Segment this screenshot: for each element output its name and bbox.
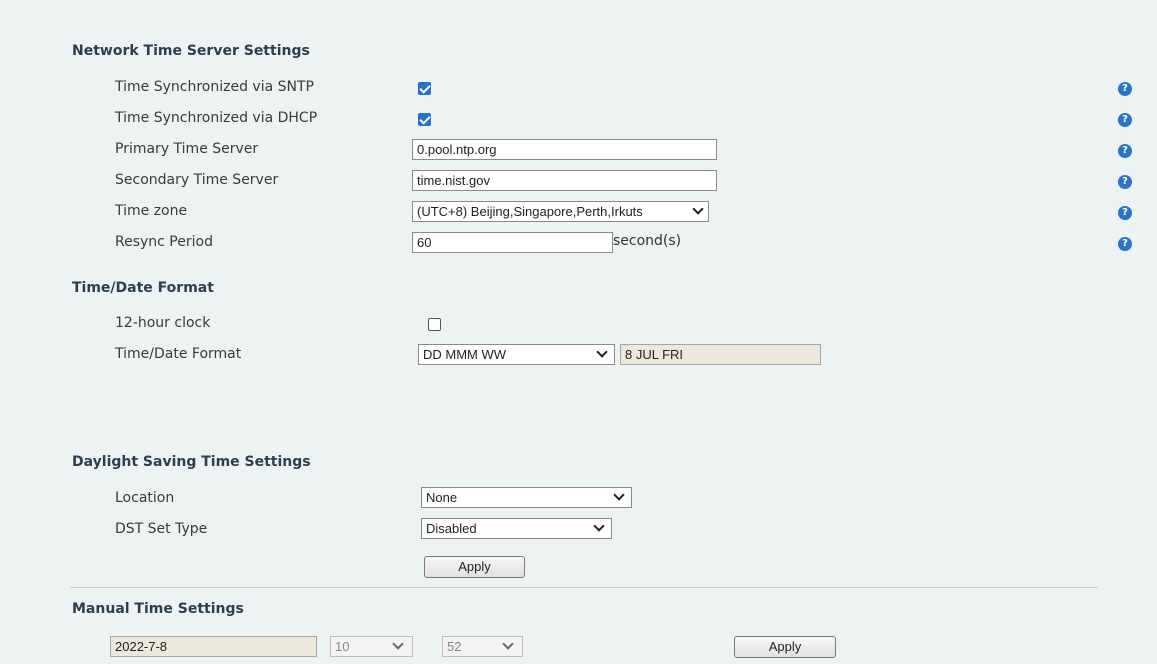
ntp-section-title: Network Time Server Settings [72, 43, 310, 59]
chevron-down-icon [596, 346, 608, 358]
chevron-down-icon [502, 638, 514, 650]
manual-section-title: Manual Time Settings [72, 601, 244, 617]
clock12-checkbox[interactable] [428, 318, 441, 331]
section-divider [70, 587, 1098, 588]
manual-minute-value: 52 [447, 639, 462, 654]
help-icon[interactable]: ? [1118, 82, 1132, 96]
dst-apply-button[interactable]: Apply [424, 556, 525, 578]
primary-server-label: Primary Time Server [115, 141, 259, 157]
resync-input[interactable]: 60 [412, 232, 613, 253]
format-section-title: Time/Date Format [72, 280, 214, 296]
format-label: Time/Date Format [115, 346, 242, 362]
help-icon[interactable]: ? [1118, 237, 1132, 251]
dst-type-value: Disabled [426, 521, 477, 536]
manual-date-input[interactable]: 2022-7-8 [110, 636, 317, 657]
manual-hour-value: 10 [335, 639, 350, 654]
timezone-label: Time zone [115, 203, 188, 219]
manual-apply-button[interactable]: Apply [734, 636, 836, 658]
clock12-label: 12-hour clock [115, 315, 211, 331]
dhcp-checkbox[interactable] [418, 113, 431, 126]
timezone-select[interactable]: (UTC+8) Beijing,Singapore,Perth,Irkuts [412, 201, 709, 222]
resync-label: Resync Period [115, 234, 213, 250]
help-icon[interactable]: ? [1118, 144, 1132, 158]
format-value: DD MMM WW [423, 347, 507, 362]
sntp-checkbox[interactable] [418, 82, 431, 95]
format-preview: 8 JUL FRI [620, 344, 821, 365]
timezone-value: (UTC+8) Beijing,Singapore,Perth,Irkuts [417, 204, 643, 219]
primary-server-input[interactable]: 0.pool.ntp.org [412, 139, 717, 160]
location-select[interactable]: None [421, 487, 632, 508]
dst-type-label: DST Set Type [115, 521, 208, 537]
sntp-label: Time Synchronized via SNTP [115, 79, 314, 95]
location-value: None [426, 490, 458, 505]
chevron-down-icon [692, 203, 704, 215]
secondary-server-input[interactable]: time.nist.gov [412, 170, 717, 191]
secondary-server-label: Secondary Time Server [115, 172, 279, 188]
dst-type-select[interactable]: Disabled [421, 518, 612, 539]
chevron-down-icon [593, 520, 605, 532]
help-icon[interactable]: ? [1118, 206, 1132, 220]
chevron-down-icon [392, 638, 404, 650]
dhcp-label: Time Synchronized via DHCP [115, 110, 318, 126]
manual-hour-select[interactable]: 10 [330, 636, 413, 657]
help-icon[interactable]: ? [1118, 113, 1132, 127]
format-select[interactable]: DD MMM WW [418, 344, 615, 365]
chevron-down-icon [613, 489, 625, 501]
help-icon[interactable]: ? [1118, 175, 1132, 189]
resync-unit: second(s) [613, 233, 682, 249]
location-label: Location [115, 490, 175, 506]
manual-minute-select[interactable]: 52 [442, 636, 523, 657]
dst-section-title: Daylight Saving Time Settings [72, 454, 311, 470]
